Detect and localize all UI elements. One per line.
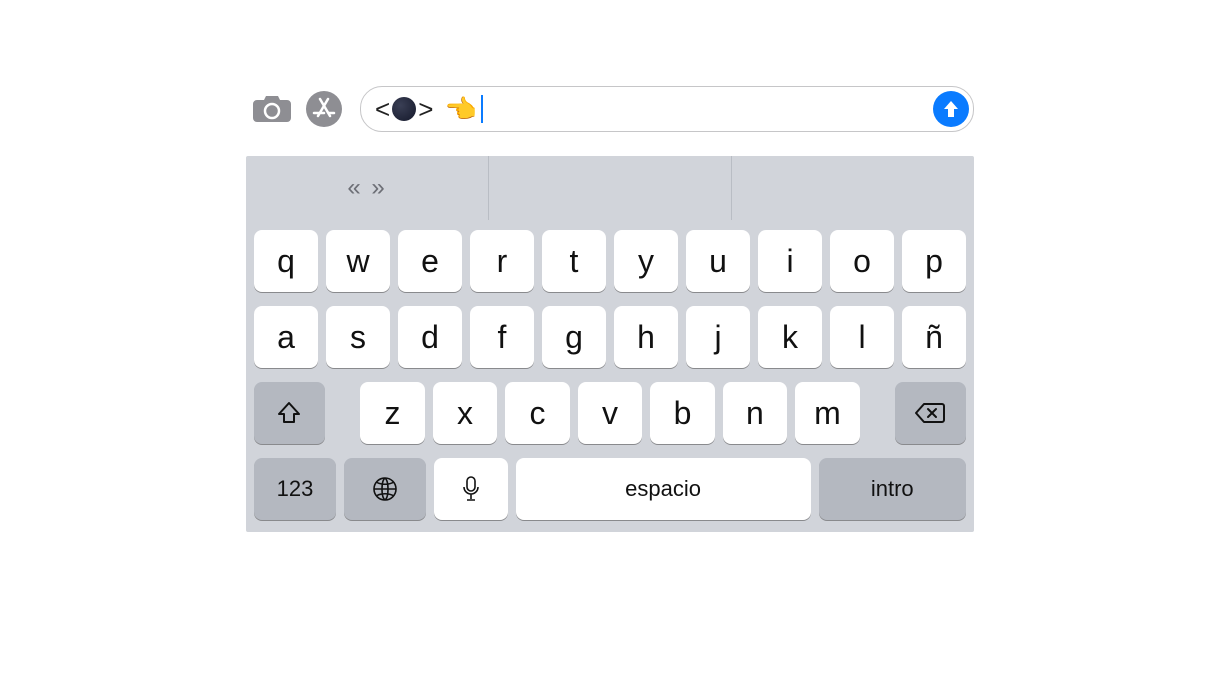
shift-key[interactable] <box>254 382 325 444</box>
message-input[interactable]: <> 👈 <box>360 86 974 132</box>
key-e[interactable]: e <box>398 230 462 292</box>
suggestion-1[interactable]: « » <box>246 156 489 220</box>
key-f[interactable]: f <box>470 306 534 368</box>
key-g[interactable]: g <box>542 306 606 368</box>
enter-key[interactable]: intro <box>819 458 966 520</box>
key-row-4: 123 espacio intro <box>254 458 966 520</box>
text-caret <box>481 95 483 123</box>
key-h[interactable]: h <box>614 306 678 368</box>
keyboard: « » q w e r t y u i o p a s d f g <box>246 156 974 532</box>
numbers-key[interactable]: 123 <box>254 458 336 520</box>
key-b[interactable]: b <box>650 382 714 444</box>
camera-icon[interactable] <box>246 89 298 129</box>
key-x[interactable]: x <box>433 382 497 444</box>
key-row-2: a s d f g h j k l ñ <box>254 306 966 368</box>
key-enye[interactable]: ñ <box>902 306 966 368</box>
moon-emoji <box>392 97 416 121</box>
suggestion-bar: « » <box>246 156 974 220</box>
key-u[interactable]: u <box>686 230 750 292</box>
key-t[interactable]: t <box>542 230 606 292</box>
key-i[interactable]: i <box>758 230 822 292</box>
suggestion-3[interactable] <box>732 156 974 220</box>
key-row-1: q w e r t y u i o p <box>254 230 966 292</box>
key-n[interactable]: n <box>723 382 787 444</box>
key-o[interactable]: o <box>830 230 894 292</box>
backspace-key[interactable] <box>895 382 966 444</box>
key-v[interactable]: v <box>578 382 642 444</box>
key-c[interactable]: c <box>505 382 569 444</box>
app-store-icon[interactable] <box>298 89 350 129</box>
key-row-3: z x c v b n m <box>254 382 966 444</box>
key-d[interactable]: d <box>398 306 462 368</box>
key-y[interactable]: y <box>614 230 678 292</box>
key-p[interactable]: p <box>902 230 966 292</box>
space-key[interactable]: espacio <box>516 458 811 520</box>
key-q[interactable]: q <box>254 230 318 292</box>
key-l[interactable]: l <box>830 306 894 368</box>
key-w[interactable]: w <box>326 230 390 292</box>
key-s[interactable]: s <box>326 306 390 368</box>
dictation-key[interactable] <box>434 458 508 520</box>
globe-key[interactable] <box>344 458 426 520</box>
key-m[interactable]: m <box>795 382 859 444</box>
message-text: <> 👈 <box>375 94 483 125</box>
key-k[interactable]: k <box>758 306 822 368</box>
key-r[interactable]: r <box>470 230 534 292</box>
send-button[interactable] <box>933 91 969 127</box>
suggestion-2[interactable] <box>489 156 732 220</box>
key-z[interactable]: z <box>360 382 424 444</box>
key-j[interactable]: j <box>686 306 750 368</box>
key-a[interactable]: a <box>254 306 318 368</box>
